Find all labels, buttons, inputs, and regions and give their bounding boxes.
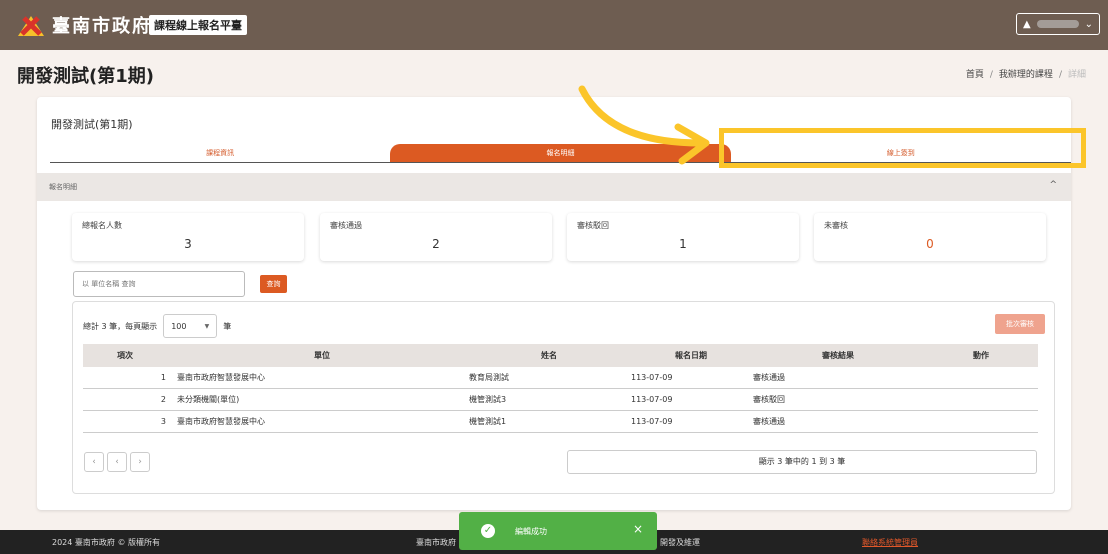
count-suffix: 筆 xyxy=(223,321,232,331)
cell-unit: 臺南市政府智慧發展中心 xyxy=(176,367,468,389)
stat-label: 審核通過 xyxy=(330,221,362,230)
footer-maintainer: 開發及維運 xyxy=(660,538,700,547)
column-header: 單位 xyxy=(176,344,468,367)
caret-down-icon: ▼ xyxy=(204,322,210,330)
card-title: 開發測試(第1期) xyxy=(51,118,133,131)
section-title: 報名明細 xyxy=(49,183,77,191)
pagination: ‹ ‹ › xyxy=(84,452,150,472)
cell-index: 1 xyxy=(83,367,176,389)
page-size-select[interactable]: 100 ▼ xyxy=(163,314,218,338)
chevron-down-icon: ⌄ xyxy=(1084,18,1093,30)
cell-unit: 臺南市政府智慧發展中心 xyxy=(176,410,468,433)
unit-search-input[interactable] xyxy=(73,271,245,297)
stat-total: 總報名人數 3 xyxy=(72,213,304,261)
stat-value: 2 xyxy=(432,237,440,251)
count-prefix: 總計 3 筆，每頁顯示 xyxy=(83,321,158,331)
stat-label: 總報名人數 xyxy=(82,221,122,230)
check-circle-icon: ✓ xyxy=(481,524,495,538)
cell-action xyxy=(924,388,1038,411)
cell-result: 審核通過 xyxy=(752,410,924,433)
stat-approved: 審核通過 2 xyxy=(320,213,552,261)
cell-name: 機管測試3 xyxy=(468,388,630,411)
cell-result: 審核通過 xyxy=(752,367,924,389)
stat-value: 0 xyxy=(926,237,934,251)
page-size-value: 100 xyxy=(171,321,187,331)
cell-date: 113-07-09 xyxy=(630,388,752,411)
user-menu-button[interactable]: ▲ ⌄ xyxy=(1016,13,1100,35)
batch-review-button[interactable]: 批次審核 xyxy=(995,314,1045,334)
registration-table-panel: 總計 3 筆，每頁顯示 100 ▼ 筆 批次審核 項次 單位 姓名 報名日期 審… xyxy=(72,301,1055,494)
breadcrumb-home[interactable]: 首頁 xyxy=(966,70,984,80)
stat-value: 3 xyxy=(184,237,192,251)
count-row: 總計 3 筆，每頁顯示 100 ▼ 筆 xyxy=(83,314,231,338)
breadcrumb: 首頁 / 我辦理的課程 / 詳細 xyxy=(965,70,1086,80)
cell-result: 審核駁回 xyxy=(752,388,924,411)
stat-label: 審核駁回 xyxy=(577,221,609,230)
search-button[interactable]: 查詢 xyxy=(260,275,287,293)
stat-label: 未審核 xyxy=(824,221,848,230)
page-info: 顯示 3 筆中的 1 到 3 筆 xyxy=(567,450,1037,474)
table-row: 2 未分類機關(單位) 機管測試3 113-07-09 審核駁回 xyxy=(83,388,1038,411)
column-header: 審核結果 xyxy=(752,344,924,367)
platform-name: 課程線上報名平臺 xyxy=(149,15,247,35)
cell-name: 教育局測試 xyxy=(468,367,630,389)
prev-page-button[interactable]: ‹ xyxy=(107,452,127,472)
column-header: 動作 xyxy=(924,344,1038,367)
page-title: 開發測試(第1期) xyxy=(17,66,154,87)
chevron-up-icon[interactable]: ^ xyxy=(1049,180,1057,190)
tab-course-info[interactable]: 課程資訊 xyxy=(50,144,390,162)
breadcrumb-my-courses[interactable]: 我辦理的課程 xyxy=(999,70,1053,80)
toast-message: 編輯成功 xyxy=(515,527,547,536)
cell-unit: 未分類機關(單位) xyxy=(176,388,468,411)
stat-rejected: 審核駁回 1 xyxy=(567,213,799,261)
contact-admin-link[interactable]: 聯絡系統管理員 xyxy=(862,537,918,548)
column-header: 項次 xyxy=(83,344,176,367)
user-name-blurred xyxy=(1036,20,1079,28)
table-row: 1 臺南市政府智慧發展中心 教育局測試 113-07-09 審核通過 xyxy=(83,367,1038,389)
annotation-highlight-box xyxy=(719,128,1086,168)
stat-value: 1 xyxy=(679,237,687,251)
close-icon[interactable]: × xyxy=(633,522,643,536)
cell-index: 3 xyxy=(83,410,176,433)
footer-org: 臺南市政府 xyxy=(416,538,456,547)
section-header[interactable]: 報名明細 ^ xyxy=(37,173,1071,201)
cell-action xyxy=(924,367,1038,389)
user-icon: ▲ xyxy=(1023,18,1031,30)
breadcrumb-current: 詳細 xyxy=(1067,70,1086,80)
gov-name: 臺南市政府 xyxy=(52,16,152,37)
cell-date: 113-07-09 xyxy=(630,410,752,433)
top-navbar: 臺南市政府 課程線上報名平臺 ▲ ⌄ xyxy=(0,0,1108,50)
cell-date: 113-07-09 xyxy=(630,367,752,389)
city-logo-icon xyxy=(18,16,44,36)
first-page-button[interactable]: ‹ xyxy=(84,452,104,472)
column-header: 報名日期 xyxy=(630,344,752,367)
next-page-button[interactable]: › xyxy=(130,452,150,472)
cell-index: 2 xyxy=(83,388,176,411)
table-header-row: 項次 單位 姓名 報名日期 審核結果 動作 xyxy=(83,344,1038,367)
cell-action xyxy=(924,410,1038,433)
stat-pending: 未審核 0 xyxy=(814,213,1046,261)
column-header: 姓名 xyxy=(468,344,630,367)
success-toast: ✓ 編輯成功 × xyxy=(459,512,657,550)
footer-copyright: 2024 臺南市政府 © 版權所有 xyxy=(52,538,160,547)
cell-name: 機管測試1 xyxy=(468,410,630,433)
registration-table: 項次 單位 姓名 報名日期 審核結果 動作 1 臺南市政府智慧發展中心 教育局測… xyxy=(83,344,1038,433)
annotation-arrow-icon xyxy=(578,85,710,165)
table-row: 3 臺南市政府智慧發展中心 機管測試1 113-07-09 審核通過 xyxy=(83,410,1038,433)
